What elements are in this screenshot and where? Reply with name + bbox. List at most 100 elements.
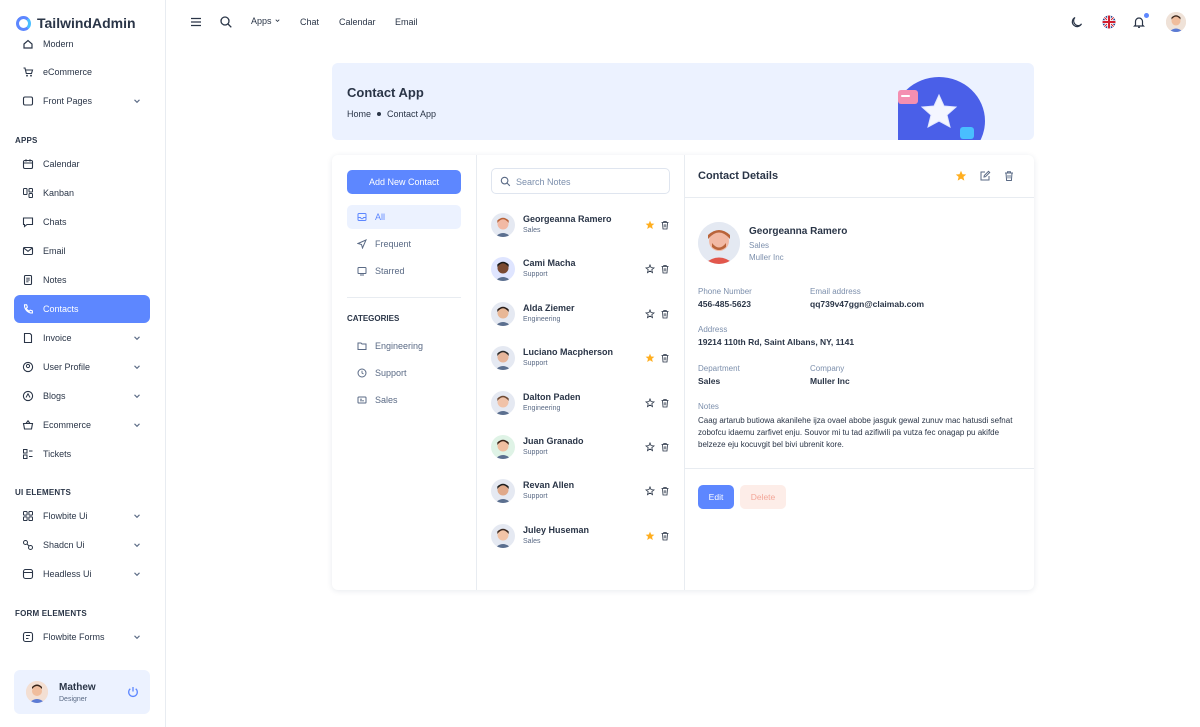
avatar xyxy=(491,390,515,415)
sidebar-item-label: Flowbite Ui xyxy=(43,511,88,521)
star-icon[interactable] xyxy=(645,308,655,319)
apps-caption: APPS xyxy=(15,136,38,145)
power-icon[interactable] xyxy=(126,685,140,699)
trash-icon[interactable] xyxy=(660,309,670,319)
sidebar-item-label: Invoice xyxy=(43,333,72,343)
chat-link[interactable]: Chat xyxy=(300,17,319,27)
sidebar-item-label: Tickets xyxy=(43,449,72,459)
sidebar-item-ecommerce-app[interactable]: Ecommerce xyxy=(14,411,150,439)
avatar xyxy=(491,213,515,237)
breadcrumb-home[interactable]: Home xyxy=(347,109,371,119)
trash-icon[interactable] xyxy=(660,398,670,408)
contact-list-item[interactable]: Alda Ziemer Engineering xyxy=(491,296,671,332)
filters-divider xyxy=(347,297,461,298)
page-banner: Contact App Home Contact App xyxy=(332,63,1034,140)
trash-icon[interactable] xyxy=(660,531,670,541)
star-icon[interactable] xyxy=(645,264,655,274)
apps-menu[interactable]: Apps xyxy=(251,16,281,26)
contact-list-item[interactable]: Juley Huseman Sales xyxy=(491,518,671,554)
contact-list-item[interactable]: Georgeanna Ramero Sales xyxy=(491,207,671,243)
star-filled-icon[interactable] xyxy=(955,170,967,182)
sidebar-item-flowbite-ui[interactable]: Flowbite Ui xyxy=(14,502,150,530)
avatar xyxy=(491,346,515,371)
contact-company-sub: Muller Inc xyxy=(749,253,784,262)
trash-icon[interactable] xyxy=(660,353,670,363)
sidebar-item-label: Shadcn Ui xyxy=(43,540,85,550)
app-logo[interactable]: TailwindAdmin xyxy=(16,13,156,33)
contact-department: Engineering xyxy=(523,315,561,323)
sidebar-item-notes[interactable]: Notes xyxy=(14,266,150,294)
contact-list-item[interactable]: Dalton Paden Engineering xyxy=(491,385,671,421)
category-sales[interactable]: Sales xyxy=(347,388,461,412)
sidebar-item-invoice[interactable]: Invoice xyxy=(14,324,150,352)
sidebar-item-chats[interactable]: Chats xyxy=(14,208,150,236)
uk-flag-icon[interactable] xyxy=(1102,15,1116,29)
trash-icon[interactable] xyxy=(660,486,670,496)
sidebar-item-kanban[interactable]: Kanban xyxy=(14,179,150,207)
trash-icon[interactable] xyxy=(1003,170,1015,182)
star-icon[interactable] xyxy=(645,442,655,452)
profile-name: Mathew xyxy=(59,682,96,693)
edit-button[interactable]: Edit xyxy=(698,485,734,509)
sidebar-item-calendar[interactable]: Calendar xyxy=(14,150,150,178)
chevron-down-icon xyxy=(134,635,140,640)
sidebar-item-shadcn-ui[interactable]: Shadcn Ui xyxy=(14,531,150,559)
contact-list-item[interactable]: Luciano Macpherson Support xyxy=(491,340,671,376)
filter-frequent[interactable]: Frequent xyxy=(347,232,461,256)
address-label: Address xyxy=(698,325,728,334)
sidebar-item-email[interactable]: Email xyxy=(14,237,150,265)
star-icon[interactable] xyxy=(645,397,655,408)
category-label: Sales xyxy=(375,395,398,405)
sidebar-item-user-profile[interactable]: User Profile xyxy=(14,353,150,381)
search-box[interactable] xyxy=(491,168,670,194)
star-icon[interactable] xyxy=(645,486,655,496)
add-new-contact-button[interactable]: Add New Contact xyxy=(347,170,461,194)
calendar-link[interactable]: Calendar xyxy=(339,17,376,27)
contact-list-item[interactable]: Cami Macha Support xyxy=(491,251,671,287)
app-name: TailwindAdmin xyxy=(37,15,136,31)
inbox-icon xyxy=(357,213,367,221)
email-link[interactable]: Email xyxy=(395,17,418,27)
sidebar-item-tickets[interactable]: Tickets xyxy=(14,440,150,468)
contact-list-item[interactable]: Juan Granado Support xyxy=(491,429,671,465)
sidebar-item-modern[interactable]: Modern xyxy=(14,30,150,58)
email-label: Email address xyxy=(810,287,861,296)
sidebar-item-label: Chats xyxy=(43,217,67,227)
window-icon xyxy=(22,568,34,580)
contact-name: Luciano Macpherson xyxy=(523,347,614,358)
moon-icon[interactable] xyxy=(1070,15,1084,29)
chevron-down-icon xyxy=(134,365,140,370)
chevron-down-icon xyxy=(275,19,280,23)
basket-icon xyxy=(22,419,34,431)
trash-icon[interactable] xyxy=(660,220,670,230)
sidebar-item-front-pages[interactable]: Front Pages xyxy=(14,87,150,115)
edit-icon[interactable] xyxy=(979,170,991,182)
filter-starred[interactable]: Starred xyxy=(347,259,461,283)
sidebar-item-contacts[interactable]: Contacts xyxy=(14,295,150,323)
sidebar-item-headless-ui[interactable]: Headless Ui xyxy=(14,560,150,588)
contact-department: Sales xyxy=(523,537,541,545)
sidebar-item-blogs[interactable]: Blogs xyxy=(14,382,150,410)
user-avatar[interactable] xyxy=(1166,12,1186,32)
trash-icon[interactable] xyxy=(660,264,670,274)
sidebar-item-ecommerce[interactable]: eCommerce xyxy=(14,58,150,86)
sidebar-item-flowbite-forms[interactable]: Flowbite Forms xyxy=(14,623,150,651)
filter-all[interactable]: All xyxy=(347,205,461,229)
contact-list-item[interactable]: Revan Allen Support xyxy=(491,473,671,509)
category-engineering[interactable]: Engineering xyxy=(347,334,461,358)
category-support[interactable]: Support xyxy=(347,361,461,385)
details-divider xyxy=(685,468,1034,469)
chat-bubble-icon xyxy=(22,216,34,228)
menu-icon[interactable] xyxy=(189,15,203,29)
star-filled-icon[interactable] xyxy=(645,531,655,541)
breadcrumb-separator xyxy=(377,112,382,116)
form-elements-caption: FORM ELEMENTS xyxy=(15,609,87,618)
star-filled-icon[interactable] xyxy=(645,353,655,363)
department-value: Sales xyxy=(698,376,721,386)
delete-button[interactable]: Delete xyxy=(740,485,786,509)
search-icon[interactable] xyxy=(219,15,233,29)
trash-icon[interactable] xyxy=(660,442,670,452)
search-input[interactable] xyxy=(516,174,666,189)
star-filled-icon[interactable] xyxy=(645,220,655,230)
avatar[interactable] xyxy=(26,681,48,703)
